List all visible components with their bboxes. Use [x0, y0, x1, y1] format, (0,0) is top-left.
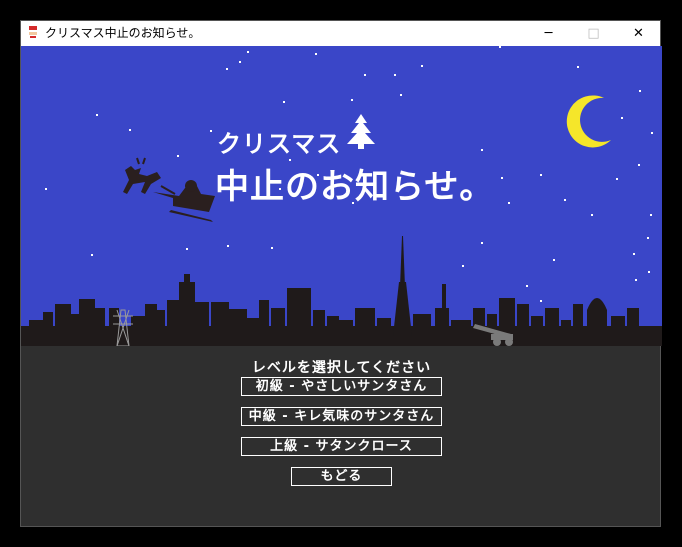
star: [481, 149, 483, 151]
medium-level-button[interactable]: 中級 - キレ気味のサンタさん: [241, 407, 442, 426]
star: [635, 279, 637, 281]
star: [639, 90, 641, 92]
star: [647, 237, 649, 239]
star: [239, 61, 241, 63]
star: [621, 117, 623, 119]
star: [648, 271, 650, 273]
star: [501, 177, 503, 179]
back-button[interactable]: もどる: [291, 467, 392, 486]
star: [651, 132, 653, 134]
hard-level-button[interactable]: 上級 - サタンクロース: [241, 437, 442, 456]
star: [526, 285, 528, 287]
star: [177, 155, 179, 157]
star: [271, 247, 273, 249]
star: [591, 214, 593, 216]
night-sky-scene: クリスマス 中止のお知らせ。: [21, 46, 662, 346]
star: [400, 94, 402, 96]
star: [481, 242, 483, 244]
star: [96, 114, 98, 116]
star: [45, 188, 47, 190]
star: [210, 130, 212, 132]
star: [540, 300, 542, 302]
star: [616, 178, 618, 180]
close-button[interactable]: ✕: [616, 21, 661, 46]
title-line-2: 中止のお知らせ。: [215, 167, 495, 207]
menu-heading: レベルを選択してください: [251, 360, 432, 376]
star: [553, 259, 555, 261]
title-line-1: クリスマス: [217, 130, 342, 158]
minimize-button[interactable]: ─: [526, 21, 571, 46]
star: [351, 99, 353, 101]
game-window: クリスマス中止のお知らせ。 ─ □ ✕ クリスマス 中止のお知らせ。 レベルを選…: [20, 20, 662, 527]
star: [650, 214, 652, 216]
star: [129, 129, 131, 131]
window-title: クリスマス中止のお知らせ。: [45, 26, 201, 40]
santa-icon: [28, 26, 38, 40]
star: [91, 254, 93, 256]
star: [227, 245, 229, 247]
star: [508, 202, 510, 204]
star: [421, 65, 423, 67]
star: [315, 53, 317, 55]
star: [633, 253, 635, 255]
star: [540, 174, 542, 176]
star: [564, 199, 566, 201]
star: [462, 265, 464, 267]
star: [499, 46, 501, 48]
star: [638, 164, 640, 166]
star: [226, 68, 228, 70]
star: [186, 248, 188, 250]
star: [394, 74, 396, 76]
star: [577, 66, 579, 68]
maximize-button[interactable]: □: [571, 21, 616, 46]
easy-level-button[interactable]: 初級 - やさしいサンタさん: [241, 377, 442, 396]
star: [283, 101, 285, 103]
star: [247, 51, 249, 53]
title-bar: クリスマス中止のお知らせ。 ─ □ ✕: [21, 21, 660, 46]
star: [364, 74, 366, 76]
